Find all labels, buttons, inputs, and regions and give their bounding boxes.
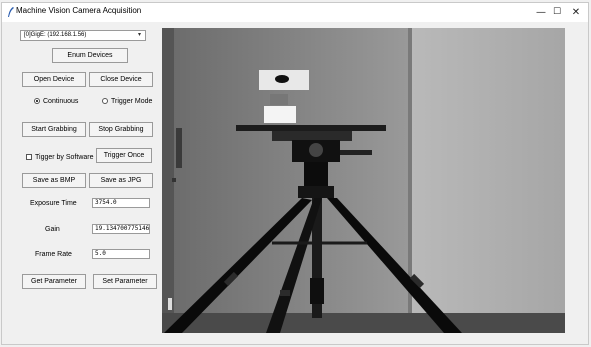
app-feather-icon: [8, 7, 14, 17]
open-device-button[interactable]: Open Device: [22, 72, 86, 87]
trigger-mode-radio[interactable]: Trigger Mode: [102, 97, 152, 107]
gain-input[interactable]: 19.134700775146: [92, 224, 150, 234]
title-bar: Machine Vision Camera Acquisition — ☐ ✕: [2, 3, 588, 22]
save-as-bmp-button[interactable]: Save as BMP: [22, 173, 86, 188]
continuous-radio-label: Continuous: [43, 98, 79, 105]
frame-rate-input[interactable]: 5.0: [92, 249, 150, 259]
exposure-time-input[interactable]: 3754.0: [92, 198, 150, 208]
camera-preview: [162, 28, 565, 333]
camera-frame-image: [162, 28, 565, 333]
radio-unselected-icon: [102, 98, 108, 104]
stop-grabbing-button[interactable]: Stop Grabbing: [89, 122, 153, 137]
gain-label: Gain: [45, 226, 60, 233]
radio-selected-icon: [34, 98, 40, 104]
device-select-value: [0]GigE: (192.168.1.56): [24, 32, 87, 38]
close-device-button[interactable]: Close Device: [89, 72, 153, 87]
save-as-jpg-button[interactable]: Save as JPG: [89, 173, 153, 188]
app-window: Machine Vision Camera Acquisition — ☐ ✕ …: [1, 2, 589, 345]
exposure-time-label: Exposure Time: [30, 200, 77, 207]
chevron-down-icon[interactable]: ▾: [135, 31, 144, 40]
device-select[interactable]: [0]GigE: (192.168.1.56) ▾: [20, 30, 146, 41]
trigger-once-button[interactable]: Trigger Once: [96, 148, 152, 163]
close-icon[interactable]: ✕: [564, 5, 588, 20]
checkbox-unchecked-icon: [26, 154, 32, 160]
enum-devices-button[interactable]: Enum Devices: [52, 48, 128, 63]
set-parameter-button[interactable]: Set Parameter: [93, 274, 157, 289]
trigger-by-software-checkbox[interactable]: Tigger by Software: [26, 153, 94, 163]
trigger-by-software-label: Tigger by Software: [35, 154, 94, 161]
trigger-mode-radio-label: Trigger Mode: [111, 98, 153, 105]
window-title: Machine Vision Camera Acquisition: [16, 6, 142, 15]
get-parameter-button[interactable]: Get Parameter: [22, 274, 86, 289]
start-grabbing-button[interactable]: Start Grabbing: [22, 122, 86, 137]
continuous-radio[interactable]: Continuous: [34, 97, 78, 107]
frame-rate-label: Frame Rate: [35, 251, 72, 258]
